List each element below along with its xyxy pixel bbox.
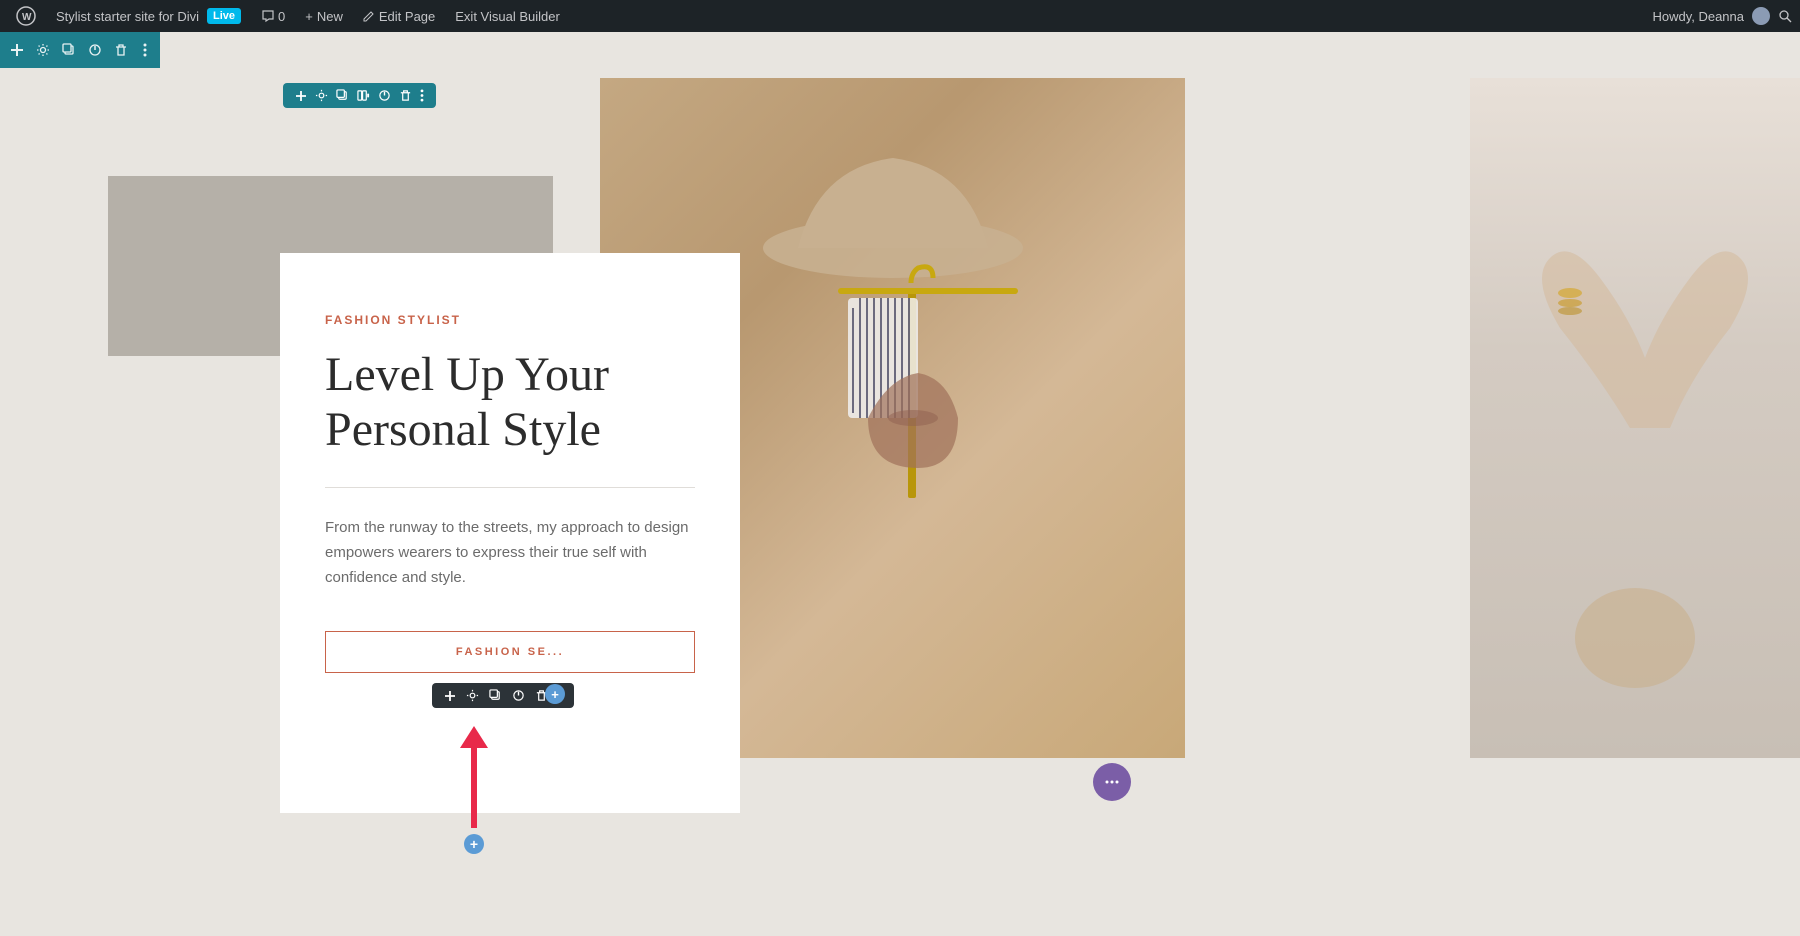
module-add-button[interactable] xyxy=(444,690,456,702)
site-name-link[interactable]: Stylist starter site for Divi Live xyxy=(48,0,249,32)
row-trash-button[interactable] xyxy=(399,89,412,102)
exit-builder-text: Exit Visual Builder xyxy=(455,9,560,24)
exit-builder-link[interactable]: Exit Visual Builder xyxy=(447,0,568,32)
row-add-button[interactable] xyxy=(295,90,307,102)
module-duplicate-button[interactable] xyxy=(489,689,502,702)
plus-icon xyxy=(10,43,24,57)
gear-icon xyxy=(36,43,50,57)
arrow-stem xyxy=(471,748,477,828)
comments-link[interactable]: 0 xyxy=(253,0,293,32)
comment-icon xyxy=(261,9,275,23)
hero-side-image-inner xyxy=(1470,78,1800,758)
edit-page-link[interactable]: Edit Page xyxy=(355,0,443,32)
more-options-button[interactable] xyxy=(140,39,150,61)
comment-count-text: 0 xyxy=(278,9,285,24)
more-icon xyxy=(143,43,147,57)
hero-eyebrow: FASHION STYLIST xyxy=(325,313,695,327)
row-duplicate-button[interactable] xyxy=(336,89,349,102)
row-toolbar xyxy=(283,83,436,108)
duplicate-icon xyxy=(62,43,76,57)
site-name-text: Stylist starter site for Divi xyxy=(56,9,199,24)
row-settings-button[interactable] xyxy=(315,89,328,102)
hero-content-card: FASHION STYLIST Level Up Your Personal S… xyxy=(280,253,740,813)
wp-logo-link[interactable]: W xyxy=(8,0,44,32)
cta-button[interactable]: FASHION SE... xyxy=(325,631,695,673)
add-section-button[interactable] xyxy=(10,39,24,61)
live-badge: Live xyxy=(207,8,241,24)
delete-button[interactable] xyxy=(114,39,128,61)
new-label: + xyxy=(305,9,313,24)
edit-icon xyxy=(363,10,375,22)
page-content: FASHION STYLIST Level Up Your Personal S… xyxy=(0,68,1800,936)
settings-button[interactable] xyxy=(36,39,50,61)
admin-bar-right: Howdy, Deanna xyxy=(1652,7,1792,25)
duplicate-button[interactable] xyxy=(62,39,76,61)
disable-button[interactable] xyxy=(88,39,102,61)
module-inline-add-button[interactable]: + xyxy=(545,684,565,704)
edit-page-text: Edit Page xyxy=(379,9,435,24)
arrow-annotation: + xyxy=(460,728,488,854)
admin-bar: W Stylist starter site for Divi Live 0 +… xyxy=(0,0,1800,32)
wp-logo-icon: W xyxy=(16,6,36,26)
side-photo-svg xyxy=(1470,78,1800,758)
module-disable-button[interactable] xyxy=(512,689,525,702)
more-actions-button[interactable] xyxy=(1093,763,1131,801)
trash-icon xyxy=(114,43,128,57)
hero-side-image xyxy=(1470,78,1800,758)
search-icon[interactable] xyxy=(1778,9,1792,23)
row-disable-button[interactable] xyxy=(378,89,391,102)
arrow-plus-button[interactable]: + xyxy=(464,834,484,854)
divi-builder-toolbar xyxy=(0,32,160,68)
svg-text:W: W xyxy=(22,12,32,23)
row-columns-button[interactable] xyxy=(357,89,370,102)
hero-description: From the runway to the streets, my appro… xyxy=(325,516,695,590)
hero-title: Level Up Your Personal Style xyxy=(325,347,695,457)
user-avatar[interactable] xyxy=(1752,7,1770,25)
ellipsis-icon xyxy=(1104,774,1120,790)
new-content-link[interactable]: + New xyxy=(297,0,351,32)
arrow-head xyxy=(460,726,488,748)
howdy-text: Howdy, Deanna xyxy=(1652,9,1744,24)
new-text: New xyxy=(317,9,343,24)
title-divider xyxy=(325,487,695,488)
row-more-button[interactable] xyxy=(420,89,424,102)
power-icon xyxy=(88,43,102,57)
fashion-photo-svg xyxy=(718,88,1068,508)
module-settings-button[interactable] xyxy=(466,689,479,702)
